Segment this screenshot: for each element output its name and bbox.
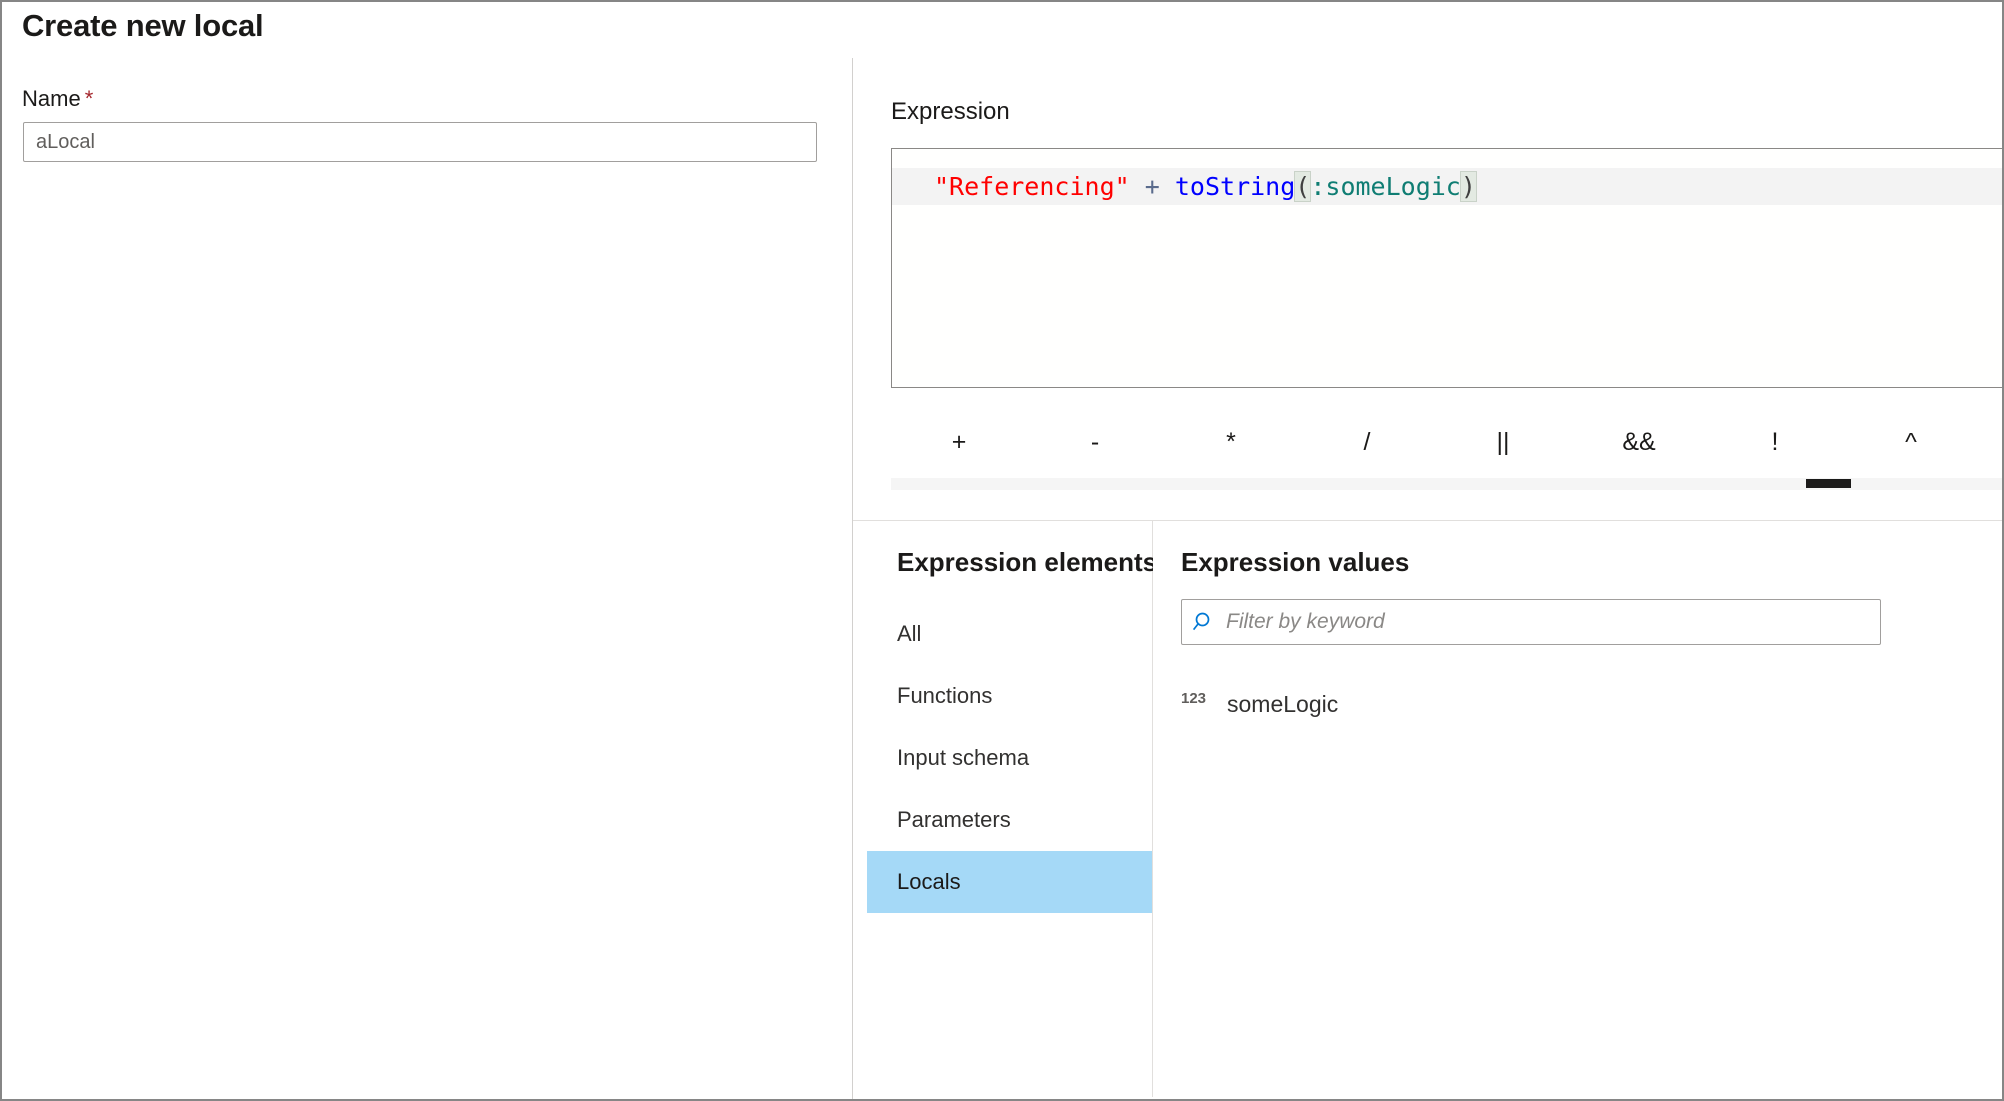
element-item-locals[interactable]: Locals: [867, 851, 1152, 913]
code-token-string: "Referencing": [934, 172, 1130, 201]
filter-input[interactable]: [1226, 610, 1880, 634]
expression-section-label: Expression: [891, 98, 1010, 125]
name-input[interactable]: [23, 122, 817, 162]
number-type-icon: 123: [1181, 689, 1207, 707]
left-pane: Name *: [4, 58, 852, 1099]
expression-code-line[interactable]: "Referencing" + toString(:someLogic): [934, 168, 1476, 205]
operator-button-logical-and[interactable]: &&: [1571, 412, 1707, 472]
operator-button-not[interactable]: !: [1707, 412, 1843, 472]
operator-scrollbar-track[interactable]: [891, 478, 2002, 490]
create-new-local-dialog: Create new local Name* Expression "Refer…: [0, 0, 2004, 1101]
name-field-label: Name *: [22, 86, 93, 112]
element-item-all[interactable]: All: [867, 603, 1152, 665]
name-label-text: Name: [22, 86, 81, 111]
operator-scrollbar-thumb[interactable]: [1806, 479, 1851, 488]
value-item-label: someLogic: [1227, 690, 1339, 717]
expression-values-list: 123 someLogic: [1153, 681, 2000, 727]
operator-button-caret[interactable]: ^: [1843, 412, 1979, 472]
code-token-identifier: :someLogic: [1310, 172, 1461, 201]
code-token-bracket: ): [1460, 172, 1476, 201]
expression-elements-heading: Expression elements: [897, 547, 1158, 577]
element-item-functions[interactable]: Functions: [867, 665, 1152, 727]
code-token-operator: +: [1144, 172, 1160, 201]
right-pane: Expression "Referencing" + toString(:som…: [853, 58, 2002, 1097]
expression-values-heading: Expression values: [1181, 547, 1410, 577]
operator-button-plus[interactable]: +: [891, 412, 1027, 472]
filter-field[interactable]: [1181, 599, 1881, 645]
expression-elements-list: All Functions Input schema Parameters Locals: [867, 603, 1152, 913]
value-list-item[interactable]: 123 someLogic: [1153, 681, 2000, 727]
element-item-input-schema[interactable]: Input schema: [867, 727, 1152, 789]
operator-toolbar: +-*/||&&!^=====<=>: [891, 412, 2002, 498]
operator-button-multiply[interactable]: *: [1163, 412, 1299, 472]
code-token-bracket: (: [1295, 172, 1311, 201]
element-item-parameters[interactable]: Parameters: [867, 789, 1152, 851]
code-token-function: toString: [1174, 172, 1296, 201]
expression-values-panel: Expression values 123 someLogic: [1153, 521, 2000, 1097]
search-icon: [1182, 600, 1226, 644]
operator-button-logical-or[interactable]: ||: [1435, 412, 1571, 472]
operator-button-equals[interactable]: ==: [1979, 412, 2002, 472]
operator-button-divide[interactable]: /: [1299, 412, 1435, 472]
expression-editor[interactable]: "Referencing" + toString(:someLogic): [891, 148, 2002, 388]
expression-elements-panel: Expression elements All Functions Input sc…: [867, 521, 1157, 1097]
required-asterisk: *: [84, 86, 94, 111]
operator-button-minus[interactable]: -: [1027, 412, 1163, 472]
page-title: Create new local: [22, 8, 264, 43]
